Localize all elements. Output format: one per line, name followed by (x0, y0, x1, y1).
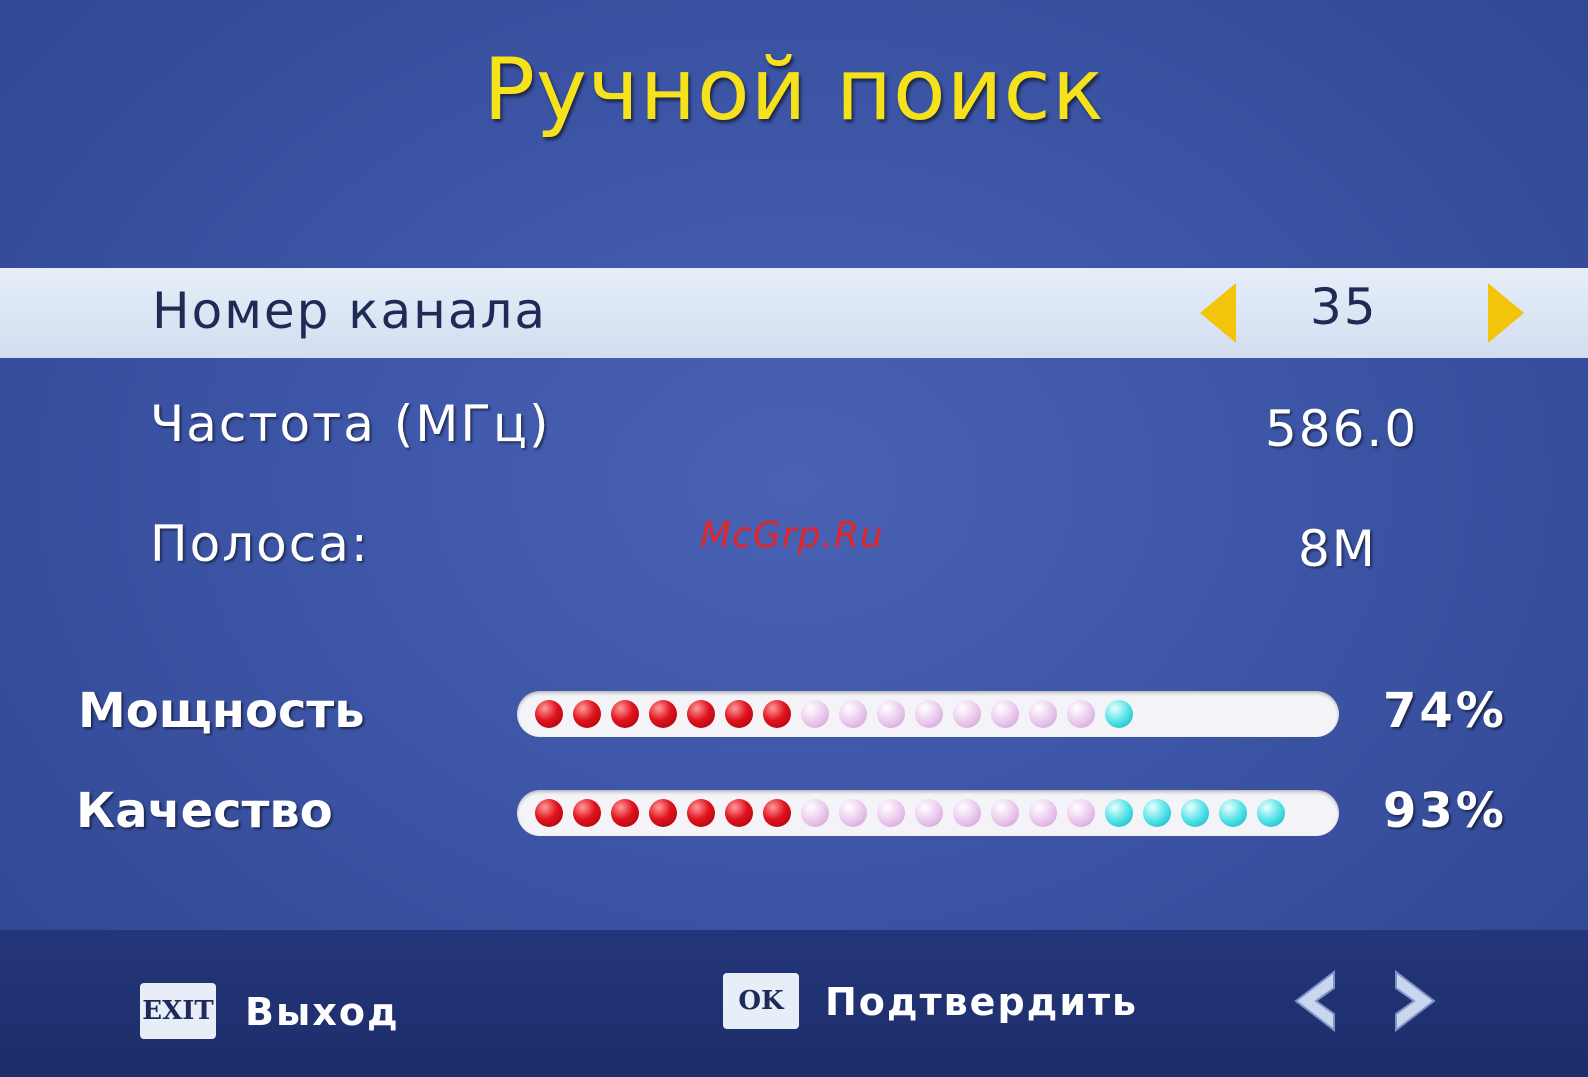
meter-dot-red (687, 799, 715, 827)
meter-dot-cyan (1105, 700, 1133, 728)
meter-dot-cyan (1181, 799, 1209, 827)
page-title: Ручной поиск (483, 40, 1105, 140)
meter-dot-red (725, 799, 753, 827)
channel-number-value: 35 (1310, 278, 1378, 336)
meter-dot-red (611, 700, 639, 728)
meter-dot-pink (953, 799, 981, 827)
arrow-right-icon[interactable] (1488, 283, 1524, 343)
power-meter-bar (517, 691, 1339, 737)
arrow-left-icon[interactable] (1200, 283, 1236, 343)
meter-dot-red (725, 700, 753, 728)
meter-dot-pink (1029, 700, 1057, 728)
meter-dot-pink (1067, 700, 1095, 728)
meter-dot-pink (953, 700, 981, 728)
meter-dot-pink (915, 700, 943, 728)
meter-dot-cyan (1105, 799, 1133, 827)
meter-dot-pink (991, 799, 1019, 827)
meter-dot-red (649, 799, 677, 827)
meter-dot-red (573, 700, 601, 728)
meter-dot-pink (915, 799, 943, 827)
meter-dot-red (687, 700, 715, 728)
channel-number-label: Номер канала (152, 282, 548, 340)
meter-dot-red (535, 799, 563, 827)
meter-dot-pink (1067, 799, 1095, 827)
meter-dot-pink (991, 700, 1019, 728)
meter-dot-cyan (1143, 799, 1171, 827)
meter-dot-red (573, 799, 601, 827)
meter-dot-pink (839, 700, 867, 728)
meter-dot-red (763, 799, 791, 827)
ok-key[interactable]: OK (723, 973, 799, 1029)
quality-meter-bar (517, 790, 1339, 836)
meter-dot-red (611, 799, 639, 827)
watermark: McGrp.Ru (700, 515, 884, 556)
exit-label[interactable]: Выход (245, 990, 400, 1034)
power-percent: 74% (1383, 683, 1507, 739)
meter-dot-pink (1029, 799, 1057, 827)
meter-dot-red (763, 700, 791, 728)
bandwidth-label: Полоса: (150, 515, 370, 573)
meter-dot-pink (877, 799, 905, 827)
frequency-label: Частота (МГц) (150, 395, 551, 453)
frequency-value: 586.0 (1265, 400, 1419, 458)
meter-dot-red (649, 700, 677, 728)
meter-dot-pink (877, 700, 905, 728)
ok-label[interactable]: Подтвердить (825, 980, 1138, 1024)
exit-key[interactable]: EXIT (140, 983, 216, 1039)
meter-dot-cyan (1257, 799, 1285, 827)
power-label: Мощность (78, 683, 365, 739)
nav-right-icon (1395, 969, 1436, 1033)
quality-percent: 93% (1383, 783, 1507, 839)
meter-dot-pink (801, 799, 829, 827)
meter-dot-cyan (1219, 799, 1247, 827)
nav-left-icon (1294, 969, 1335, 1033)
meter-dot-pink (839, 799, 867, 827)
meter-dot-red (535, 700, 563, 728)
bandwidth-value: 8M (1298, 520, 1377, 578)
meter-dot-pink (801, 700, 829, 728)
quality-label: Качество (76, 783, 333, 839)
